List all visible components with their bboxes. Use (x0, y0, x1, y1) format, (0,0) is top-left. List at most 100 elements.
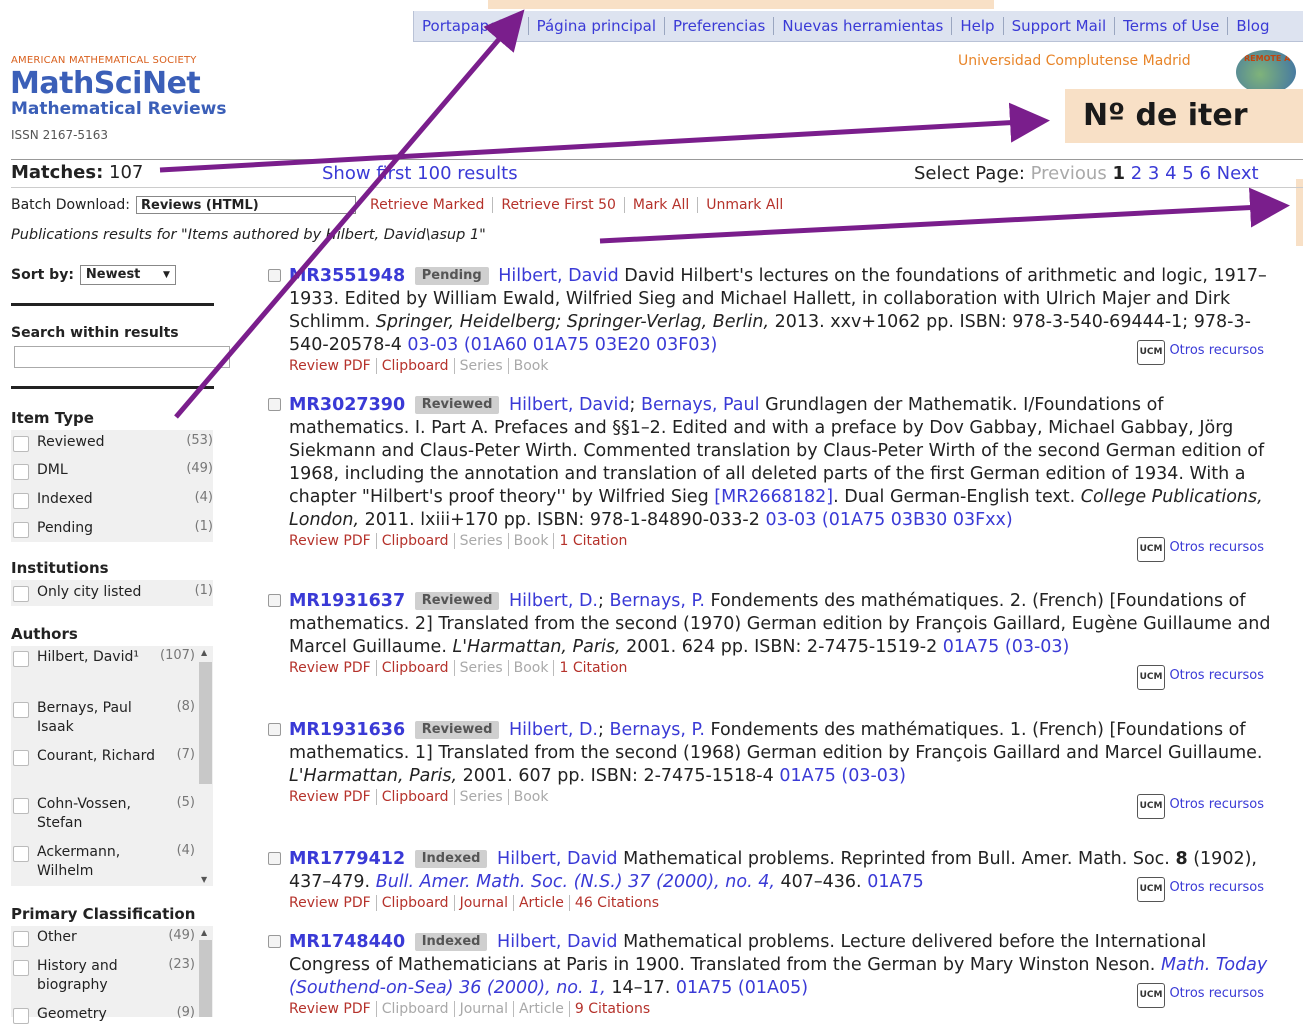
result-checkbox[interactable] (268, 398, 281, 411)
mr-number-link[interactable]: MR1931637 (289, 591, 405, 611)
page-4-link[interactable]: 4 (1165, 163, 1176, 184)
sort-select[interactable]: Newest ▼ (79, 265, 176, 285)
clipboard-link[interactable]: Clipboard (375, 1001, 454, 1017)
checkbox[interactable] (13, 798, 29, 814)
review-pdf-link[interactable]: Review PDF (289, 789, 376, 805)
citations-link[interactable]: 1 Citation (553, 533, 633, 549)
checkbox[interactable] (13, 1008, 29, 1024)
checkbox[interactable] (13, 522, 29, 538)
scroll-up-icon[interactable]: ▲ (201, 928, 207, 937)
result-checkbox[interactable] (268, 269, 281, 282)
result-checkbox[interactable] (268, 723, 281, 736)
author-link[interactable]: Hilbert, David (509, 395, 629, 415)
divider (11, 187, 1303, 188)
review-pdf-link[interactable]: Review PDF (289, 1001, 376, 1017)
pub-details: 2011. lxiii+170 pp. ISBN: 978-1-84890-03… (364, 510, 760, 530)
search-within-input[interactable] (14, 346, 230, 368)
batch-format-select[interactable]: Reviews (HTML) (136, 196, 356, 214)
classification-link[interactable]: 01A75 (867, 872, 924, 892)
mr-number-link[interactable]: MR3551948 (289, 266, 405, 286)
retrieve-first-50-link[interactable]: Retrieve First 50 (492, 197, 624, 213)
mr-number-link[interactable]: MR1748440 (289, 932, 405, 952)
classification-link[interactable]: 01A75 (03-03) (943, 637, 1070, 657)
checkbox[interactable] (13, 586, 29, 602)
review-pdf-link[interactable]: Review PDF (289, 895, 376, 911)
scrollbar-thumb[interactable] (199, 940, 212, 1017)
clipboard-link[interactable]: Clipboard (375, 358, 454, 374)
checkbox[interactable] (13, 750, 29, 766)
next-page-link[interactable]: Next (1217, 163, 1259, 184)
otros-recursos-link[interactable]: UCM Otros recursos (1136, 339, 1264, 365)
nav-portapapeles[interactable]: Portapapeles (414, 17, 529, 35)
authors-scrollbar[interactable]: ▲ ▼ (198, 646, 213, 886)
nav-pagina-principal[interactable]: Página principal (529, 17, 665, 35)
journal-link[interactable]: Journal (453, 895, 513, 911)
nav-blog[interactable]: Blog (1228, 17, 1277, 35)
classification-link[interactable]: 03-03 (01A60 01A75 03E20 03F03) (407, 335, 717, 355)
review-pdf-link[interactable]: Review PDF (289, 358, 376, 374)
article-link[interactable]: Article (512, 895, 569, 911)
clipboard-link[interactable]: Clipboard (375, 895, 454, 911)
result-checkbox[interactable] (268, 935, 281, 948)
mr-number-link[interactable]: MR3027390 (289, 395, 405, 415)
result-checkbox[interactable] (268, 852, 281, 865)
previous-page-link[interactable]: Previous (1031, 163, 1107, 184)
clipboard-link[interactable]: Clipboard (375, 660, 454, 676)
author-link[interactable]: Hilbert, D. (509, 591, 598, 611)
author-link[interactable]: Bernays, P. (609, 591, 704, 611)
otros-recursos-link[interactable]: UCM Otros recursos (1136, 876, 1264, 902)
nav-terms-of-use[interactable]: Terms of Use (1115, 17, 1229, 35)
mr-number-link[interactable]: MR1931636 (289, 720, 405, 740)
otros-recursos-link[interactable]: UCM Otros recursos (1136, 536, 1264, 562)
page-3-link[interactable]: 3 (1148, 163, 1159, 184)
author-link[interactable]: Bernays, Paul (641, 395, 760, 415)
reference-link[interactable]: [MR2668182] (714, 487, 833, 507)
citations-link[interactable]: 9 Citations (568, 1001, 656, 1017)
otros-recursos-link[interactable]: UCM Otros recursos (1136, 664, 1264, 690)
checkbox[interactable] (13, 960, 29, 976)
checkbox[interactable] (13, 931, 29, 947)
author-link[interactable]: Bernays, P. (609, 720, 704, 740)
journal-link[interactable]: Bull. Amer. Math. Soc. (N.S.) 37 (2000),… (376, 872, 775, 892)
checkbox[interactable] (13, 651, 29, 667)
nav-help[interactable]: Help (952, 17, 1004, 35)
pub-details: 407–436. (780, 872, 862, 892)
otros-recursos-link[interactable]: UCM Otros recursos (1136, 982, 1264, 1008)
checkbox[interactable] (13, 436, 29, 452)
mathscinet-logo[interactable]: MathSciNet (10, 66, 201, 101)
clipboard-link[interactable]: Clipboard (375, 789, 454, 805)
mr-number-link[interactable]: MR1779412 (289, 849, 405, 869)
nav-preferencias[interactable]: Preferencias (665, 17, 775, 35)
author-link[interactable]: Hilbert, David (497, 932, 617, 952)
review-pdf-link[interactable]: Review PDF (289, 660, 376, 676)
otros-recursos-link[interactable]: UCM Otros recursos (1136, 793, 1264, 819)
scroll-down-icon[interactable]: ▼ (201, 875, 207, 884)
unmark-all-link[interactable]: Unmark All (697, 197, 791, 213)
checkbox[interactable] (13, 702, 29, 718)
retrieve-marked-link[interactable]: Retrieve Marked (362, 197, 492, 213)
page-5-link[interactable]: 5 (1182, 163, 1193, 184)
show-first-100-link[interactable]: Show first 100 results (322, 163, 518, 184)
nav-support-mail[interactable]: Support Mail (1004, 17, 1116, 35)
classification-link[interactable]: 03-03 (01A75 03B30 03Fxx) (765, 510, 1012, 530)
classification-scrollbar[interactable]: ▲ (198, 926, 213, 1017)
page-6-link[interactable]: 6 (1199, 163, 1210, 184)
page-2-link[interactable]: 2 (1131, 163, 1142, 184)
checkbox[interactable] (13, 464, 29, 480)
classification-link[interactable]: 01A75 (03-03) (779, 766, 906, 786)
scrollbar-thumb[interactable] (199, 662, 212, 784)
clipboard-link[interactable]: Clipboard (375, 533, 454, 549)
checkbox[interactable] (13, 493, 29, 509)
nav-nuevas-herramientas[interactable]: Nuevas herramientas (774, 17, 953, 35)
author-link[interactable]: Hilbert, David (497, 849, 617, 869)
classification-link[interactable]: 01A75 (01A05) (676, 978, 808, 998)
review-pdf-link[interactable]: Review PDF (289, 533, 376, 549)
checkbox[interactable] (13, 846, 29, 862)
mark-all-link[interactable]: Mark All (623, 197, 697, 213)
citations-link[interactable]: 46 Citations (568, 895, 665, 911)
result-checkbox[interactable] (268, 594, 281, 607)
citations-link[interactable]: 1 Citation (553, 660, 633, 676)
author-link[interactable]: Hilbert, D. (509, 720, 598, 740)
author-link[interactable]: Hilbert, David (498, 266, 618, 286)
scroll-up-icon[interactable]: ▲ (201, 648, 207, 657)
